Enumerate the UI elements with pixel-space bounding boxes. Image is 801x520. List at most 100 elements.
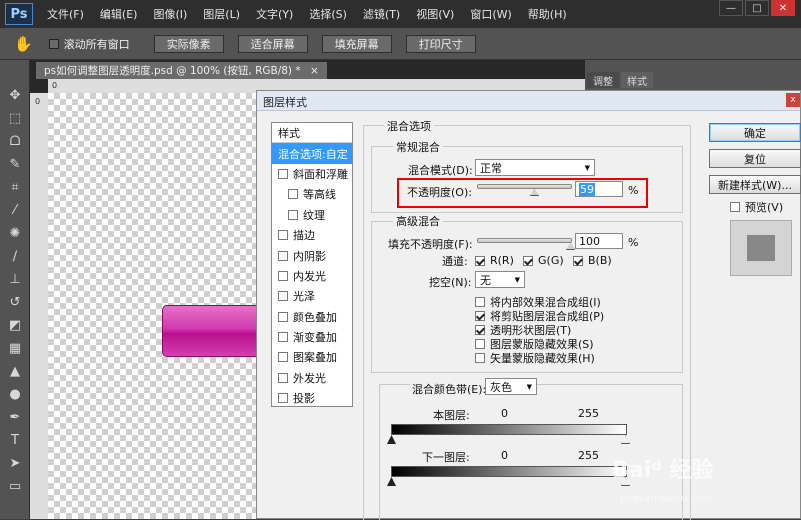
print-size-button[interactable]: 打印尺寸 bbox=[405, 34, 476, 53]
channel-g-checkbox[interactable]: G(G) bbox=[523, 254, 564, 267]
checkbox-icon[interactable] bbox=[278, 230, 288, 241]
channel-r-checkbox[interactable]: R(R) bbox=[475, 254, 514, 267]
eraser-tool-icon[interactable]: ◩ bbox=[0, 314, 30, 337]
knockout-select[interactable]: 无 ▼ bbox=[475, 271, 525, 288]
vertical-ruler: 0 bbox=[30, 93, 48, 519]
menu-view[interactable]: 视图(V) bbox=[416, 6, 454, 22]
shape-tool-icon[interactable]: ▭ bbox=[0, 475, 30, 498]
underlying-layer-label: 下一图层: bbox=[422, 451, 470, 464]
style-label: 颜色叠加 bbox=[293, 310, 337, 324]
chevron-down-icon: ▼ bbox=[514, 275, 520, 284]
styles-header[interactable]: 样式 bbox=[272, 123, 352, 144]
quick-select-tool-icon[interactable]: ✎ bbox=[0, 153, 30, 176]
style-inner-shadow[interactable]: 内阴影 bbox=[272, 245, 352, 265]
blend-mode-label: 混合模式(D): bbox=[408, 164, 473, 177]
blend-if-value: 灰色 bbox=[490, 380, 512, 394]
checkbox-icon bbox=[573, 255, 583, 266]
style-color-overlay[interactable]: 颜色叠加 bbox=[272, 307, 352, 327]
menu-image[interactable]: 图像(I) bbox=[153, 6, 187, 22]
dialog-close-icon[interactable]: x bbox=[786, 93, 800, 107]
scroll-all-checkbox[interactable]: 滚动所有窗口 bbox=[48, 36, 130, 52]
style-label: 描边 bbox=[293, 229, 315, 243]
blur-tool-icon[interactable]: ▲ bbox=[0, 360, 30, 383]
menu-type[interactable]: 文字(Y) bbox=[256, 6, 293, 22]
checkbox-icon[interactable] bbox=[278, 372, 288, 383]
style-label: 投影 bbox=[293, 392, 315, 406]
menu-window[interactable]: 窗口(W) bbox=[470, 6, 511, 22]
style-contour[interactable]: 等高线 bbox=[272, 184, 352, 204]
minimize-button[interactable]: — bbox=[719, 0, 743, 16]
maximize-button[interactable]: □ bbox=[745, 0, 769, 16]
checkbox-icon[interactable] bbox=[278, 270, 288, 281]
preview-swatch bbox=[747, 235, 775, 261]
style-label: 内阴影 bbox=[293, 249, 326, 263]
this-layer-min: 0 bbox=[501, 407, 508, 420]
style-drop-shadow[interactable]: 投影 bbox=[272, 388, 352, 408]
style-stroke[interactable]: 描边 bbox=[272, 225, 352, 245]
menu-select[interactable]: 选择(S) bbox=[309, 6, 347, 22]
checkbox-icon[interactable] bbox=[278, 311, 288, 322]
checkbox-icon[interactable] bbox=[278, 168, 288, 179]
clone-stamp-icon[interactable]: ⊥ bbox=[0, 268, 30, 291]
style-pattern-overlay[interactable]: 图案叠加 bbox=[272, 347, 352, 367]
style-bevel-emboss[interactable]: 斜面和浮雕 bbox=[272, 164, 352, 184]
style-satin[interactable]: 光泽 bbox=[272, 286, 352, 306]
style-inner-glow[interactable]: 内发光 bbox=[272, 266, 352, 286]
brush-tool-icon[interactable]: ∕ bbox=[0, 245, 30, 268]
new-style-button[interactable]: 新建样式(W)... bbox=[709, 175, 801, 194]
history-brush-icon[interactable]: ↺ bbox=[0, 291, 30, 314]
fill-opacity-input[interactable]: 100 bbox=[575, 233, 623, 249]
close-tab-icon[interactable]: × bbox=[310, 65, 319, 77]
pen-tool-icon[interactable]: ✒ bbox=[0, 406, 30, 429]
checkbox-icon[interactable] bbox=[278, 352, 288, 363]
underlying-layer-min: 0 bbox=[501, 449, 508, 462]
tools-panel: ✥ ⬚ ᗝ ✎ ⌗ ⁄ ✺ ∕ ⊥ ↺ ◩ ▦ ▲ ● ✒ T ➤ ▭ bbox=[0, 60, 30, 519]
checkbox-icon[interactable] bbox=[288, 189, 298, 200]
menu-help[interactable]: 帮助(H) bbox=[528, 6, 567, 22]
checkbox-icon[interactable] bbox=[278, 332, 288, 343]
checkbox-icon[interactable] bbox=[278, 250, 288, 261]
move-tool-icon[interactable]: ✥ bbox=[0, 84, 30, 107]
path-select-icon[interactable]: ➤ bbox=[0, 452, 30, 475]
this-layer-gradient bbox=[391, 424, 627, 435]
fill-screen-button[interactable]: 填充屏幕 bbox=[321, 34, 392, 53]
type-tool-icon[interactable]: T bbox=[0, 429, 30, 452]
healing-brush-icon[interactable]: ✺ bbox=[0, 222, 30, 245]
photoshop-logo: Ps bbox=[5, 3, 33, 25]
fill-opacity-slider[interactable] bbox=[477, 238, 575, 250]
gradient-tool-icon[interactable]: ▦ bbox=[0, 337, 30, 360]
fit-screen-button[interactable]: 适合屏幕 bbox=[237, 34, 308, 53]
eyedropper-tool-icon[interactable]: ⁄ bbox=[0, 199, 30, 222]
tab-adjustments[interactable]: 调整 bbox=[587, 72, 619, 88]
menu-edit[interactable]: 编辑(E) bbox=[100, 6, 138, 22]
document-tab[interactable]: ps如何调整图层透明度.psd @ 100% (按钮, RGB/8) * × bbox=[36, 62, 327, 79]
actual-pixels-button[interactable]: 实际像素 bbox=[153, 34, 224, 53]
style-outer-glow[interactable]: 外发光 bbox=[272, 368, 352, 388]
blend-if-select[interactable]: 灰色 ▼ bbox=[485, 378, 537, 395]
style-label: 内发光 bbox=[293, 269, 326, 283]
crop-tool-icon[interactable]: ⌗ bbox=[0, 176, 30, 199]
style-gradient-overlay[interactable]: 渐变叠加 bbox=[272, 327, 352, 347]
marquee-tool-icon[interactable]: ⬚ bbox=[0, 107, 30, 130]
checkbox-icon[interactable] bbox=[278, 393, 288, 404]
hand-tool-icon[interactable]: ✋ bbox=[14, 35, 33, 53]
lasso-tool-icon[interactable]: ᗝ bbox=[0, 130, 30, 153]
channel-b-checkbox[interactable]: B(B) bbox=[573, 254, 612, 267]
checkbox-icon[interactable] bbox=[278, 291, 288, 302]
menu-filter[interactable]: 滤镜(T) bbox=[363, 6, 400, 22]
ok-button[interactable]: 确定 bbox=[709, 123, 801, 142]
dodge-tool-icon[interactable]: ● bbox=[0, 383, 30, 406]
tab-styles[interactable]: 样式 bbox=[621, 72, 653, 88]
blend-mode-select[interactable]: 正常 ▼ bbox=[475, 159, 595, 176]
menu-file[interactable]: 文件(F) bbox=[47, 6, 84, 22]
ruler-zero-h: 0 bbox=[52, 81, 58, 90]
style-texture[interactable]: 纹理 bbox=[272, 205, 352, 225]
menu-layer[interactable]: 图层(L) bbox=[203, 6, 240, 22]
vector-mask-hides-checkbox[interactable]: 矢量蒙版隐藏效果(H) bbox=[475, 350, 595, 366]
general-blending-label: 常规混合 bbox=[393, 139, 443, 155]
checkbox-icon[interactable] bbox=[288, 209, 298, 220]
preview-checkbox[interactable]: 预览(V) bbox=[730, 199, 783, 215]
close-window-button[interactable]: ✕ bbox=[771, 0, 795, 16]
reset-button[interactable]: 复位 bbox=[709, 149, 801, 168]
style-blending-options[interactable]: 混合选项:自定 bbox=[272, 143, 352, 164]
